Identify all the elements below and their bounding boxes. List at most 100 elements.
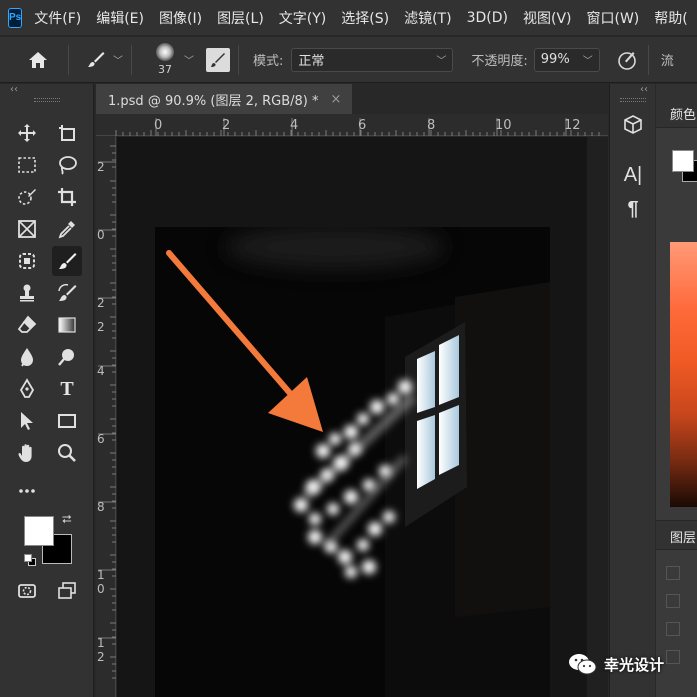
collapse-panel-icon[interactable]: ‹‹ bbox=[640, 84, 648, 95]
watermark-text: 幸光设计 bbox=[604, 655, 665, 674]
horizontal-ruler[interactable]: 0 2 4 6 8 10 12 bbox=[96, 114, 608, 136]
dodge-tool-icon[interactable] bbox=[52, 342, 82, 372]
ruler-h-label-2: 2 bbox=[222, 118, 231, 133]
layer-visibility-box[interactable] bbox=[666, 566, 680, 580]
menu-select[interactable]: 选择(S) bbox=[341, 8, 389, 28]
edit-toolbar-icon[interactable] bbox=[12, 476, 42, 506]
brush-size-chevron-icon[interactable]: ﹀ bbox=[184, 52, 194, 67]
marquee-tool-icon[interactable] bbox=[12, 150, 42, 180]
rectangle-tool-icon[interactable] bbox=[52, 406, 82, 436]
pressure-opacity-icon[interactable] bbox=[614, 47, 640, 73]
paragraph-panel-glyph: ¶ bbox=[627, 197, 639, 220]
frame-tool-icon[interactable] bbox=[12, 214, 42, 244]
foreground-color-swatch[interactable] bbox=[24, 516, 54, 546]
tools-panel: ‹‹ T ⮂ bbox=[0, 84, 94, 697]
layers-panel-title[interactable]: 图层 bbox=[670, 527, 696, 546]
tab-strip-empty bbox=[352, 84, 608, 114]
brush-settings-panel-icon[interactable] bbox=[206, 47, 230, 72]
close-tab-icon[interactable]: × bbox=[331, 92, 342, 107]
screen-mode-icon[interactable] bbox=[52, 576, 82, 606]
options-separator bbox=[68, 44, 69, 75]
horizontal-ruler-ticks bbox=[115, 118, 600, 136]
ruler-v-label-g: 8 bbox=[97, 500, 105, 514]
menu-window[interactable]: 窗口(W) bbox=[587, 8, 640, 28]
ruler-h-label-8: 8 bbox=[427, 118, 436, 133]
menu-help[interactable]: 帮助( bbox=[654, 8, 687, 28]
collapse-panel-icon[interactable]: ‹‹ bbox=[10, 84, 18, 95]
flow-label: 流 bbox=[660, 54, 674, 69]
layer-visibility-box[interactable] bbox=[666, 650, 680, 664]
eraser-tool-icon[interactable] bbox=[12, 310, 42, 340]
panel-grip[interactable] bbox=[620, 98, 646, 102]
type-tool-icon[interactable]: T bbox=[52, 374, 82, 404]
ruler-h-label-12: 12 bbox=[564, 118, 581, 133]
menu-filter[interactable]: 滤镜(T) bbox=[404, 8, 451, 28]
document-tab[interactable]: 1.psd @ 90.9% (图层 2, RGB/8) * × bbox=[96, 84, 352, 114]
layer-visibility-box[interactable] bbox=[666, 594, 680, 608]
brush-preset-chevron-icon[interactable]: ﹀ bbox=[113, 52, 123, 67]
menu-type[interactable]: 文字(Y) bbox=[279, 8, 326, 28]
color-panel-title[interactable]: 颜色 bbox=[670, 104, 696, 123]
blend-mode-value: 正常 bbox=[298, 54, 325, 69]
opacity-input[interactable]: 99% ﹀ bbox=[533, 47, 600, 72]
character-panel-glyph: A| bbox=[623, 163, 643, 186]
paragraph-panel-icon[interactable]: ¶ bbox=[620, 196, 646, 222]
panel-dock-icons: ‹‹ A| ¶ bbox=[609, 84, 655, 697]
ruler-v-label-e: 4 bbox=[97, 364, 105, 378]
artboard-tool-icon[interactable] bbox=[52, 118, 82, 148]
eyedropper-tool-icon[interactable] bbox=[52, 214, 82, 244]
gradient-tool-icon[interactable] bbox=[52, 310, 82, 340]
character-panel-icon[interactable]: A| bbox=[620, 162, 646, 188]
soft-brush-tip-icon bbox=[156, 43, 174, 61]
options-separator bbox=[238, 44, 239, 75]
ruler-h-label-4: 4 bbox=[290, 118, 299, 133]
default-fg-mini bbox=[24, 554, 32, 562]
menu-file[interactable]: 文件(F) bbox=[34, 8, 81, 28]
move-tool-icon[interactable] bbox=[12, 118, 42, 148]
color-panel: 颜色 图层 bbox=[656, 84, 697, 697]
brush-size-picker[interactable]: 37 bbox=[150, 40, 180, 80]
chevron-down-icon[interactable]: ﹀ bbox=[583, 52, 593, 67]
home-icon[interactable] bbox=[16, 45, 60, 75]
menu-view[interactable]: 视图(V) bbox=[523, 8, 572, 28]
3d-panel-icon[interactable] bbox=[620, 112, 646, 138]
menu-bar: Ps 文件(F) 编辑(E) 图像(I) 图层(L) 文字(Y) 选择(S) 滤… bbox=[0, 0, 697, 36]
blend-mode-select[interactable]: 正常 ﹀ bbox=[291, 47, 454, 72]
menu-layer[interactable]: 图层(L) bbox=[217, 8, 264, 28]
hand-tool-icon[interactable] bbox=[12, 438, 42, 468]
path-selection-tool-icon[interactable] bbox=[12, 406, 42, 436]
type-tool-glyph: T bbox=[60, 377, 74, 400]
default-colors-icon[interactable] bbox=[24, 554, 36, 566]
opacity-value: 99% bbox=[540, 52, 570, 67]
photoshop-logo-icon[interactable]: Ps bbox=[8, 7, 23, 28]
brush-size-value: 37 bbox=[158, 63, 172, 76]
ruler-h-label-0: 0 bbox=[154, 118, 163, 133]
zoom-tool-icon[interactable] bbox=[52, 438, 82, 468]
panel-grip[interactable] bbox=[34, 98, 60, 102]
panel-fg-swatch[interactable] bbox=[672, 150, 694, 172]
history-brush-tool-icon[interactable] bbox=[52, 278, 82, 308]
options-separator bbox=[647, 44, 649, 75]
pen-tool-icon[interactable] bbox=[12, 374, 42, 404]
menu-3d[interactable]: 3D(D) bbox=[467, 10, 508, 26]
spot-healing-tool-icon[interactable] bbox=[12, 246, 42, 276]
quick-selection-tool-icon[interactable] bbox=[12, 182, 42, 212]
menu-image[interactable]: 图像(I) bbox=[159, 8, 202, 28]
menu-edit[interactable]: 编辑(E) bbox=[96, 8, 144, 28]
color-spectrum-field[interactable] bbox=[670, 242, 697, 507]
ruler-v-label-b: 0 bbox=[97, 228, 105, 242]
brush-tool-preset-icon[interactable] bbox=[83, 45, 109, 75]
image-layer[interactable] bbox=[155, 227, 550, 697]
vertical-ruler[interactable]: 2 0 2 2 4 6 8 1 0 1 2 bbox=[96, 136, 116, 697]
quick-mask-icon[interactable] bbox=[12, 576, 42, 606]
swap-colors-icon[interactable]: ⮂ bbox=[62, 512, 72, 527]
blur-tool-icon[interactable] bbox=[12, 342, 42, 372]
lasso-tool-icon[interactable] bbox=[52, 150, 82, 180]
canvas-area[interactable] bbox=[117, 137, 608, 697]
blend-mode-label: 模式: bbox=[253, 54, 284, 69]
clone-stamp-tool-icon[interactable] bbox=[12, 278, 42, 308]
crop-tool-icon[interactable] bbox=[52, 182, 82, 212]
ruler-v-label-f: 6 bbox=[97, 432, 105, 446]
layer-visibility-box[interactable] bbox=[666, 622, 680, 636]
brush-tool-icon[interactable] bbox=[52, 246, 82, 276]
